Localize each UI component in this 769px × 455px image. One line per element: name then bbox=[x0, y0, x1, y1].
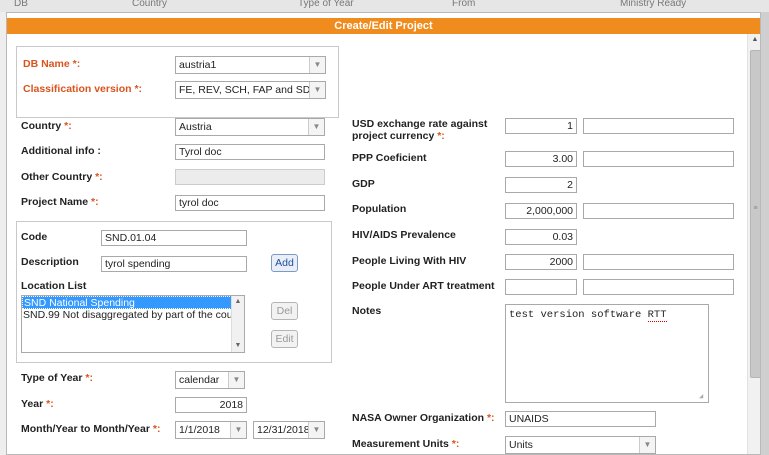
add-button[interactable]: Add bbox=[271, 254, 298, 272]
year-label: Year *: bbox=[21, 398, 54, 410]
bg-col-db: DB bbox=[14, 0, 28, 9]
country-select[interactable]: Austria ▼ bbox=[175, 118, 325, 136]
chevron-down-icon: ▼ bbox=[309, 57, 325, 73]
chevron-down-icon: ▼ bbox=[308, 422, 324, 438]
dialog-scrollbar[interactable]: ▲ ≡ bbox=[747, 34, 760, 454]
type-of-year-label: Type of Year *: bbox=[21, 372, 93, 384]
classification-version-label: Classification version *: bbox=[23, 83, 143, 95]
description-input[interactable]: tyrol spending bbox=[101, 256, 247, 272]
ppp-coeficient-input[interactable]: 3.00 bbox=[505, 151, 577, 167]
people-living-with-hiv-extra-input[interactable] bbox=[583, 254, 734, 270]
chevron-down-icon: ▼ bbox=[639, 437, 655, 453]
type-of-year-select[interactable]: calendar ▼ bbox=[175, 371, 245, 389]
nasa-owner-organization-input[interactable]: UNAIDS bbox=[505, 411, 656, 427]
bg-col-ministry: Ministry Ready bbox=[620, 0, 687, 9]
list-item[interactable]: SND.99 Not disaggregated by part of the … bbox=[22, 309, 244, 322]
people-living-with-hiv-input[interactable]: 2000 bbox=[505, 254, 577, 270]
background-page-header: DB Country Type of Year From Ministry Re… bbox=[0, 0, 769, 12]
additional-info-label: Additional info : bbox=[21, 145, 101, 157]
nasa-owner-organization-label: NASA Owner Organization *: bbox=[352, 412, 495, 424]
scroll-up-icon[interactable]: ▲ bbox=[232, 297, 244, 307]
additional-info-input[interactable]: Tyrol doc bbox=[175, 144, 325, 160]
population-input[interactable]: 2,000,000 bbox=[505, 203, 577, 219]
notes-textarea[interactable]: test version software RTT ◢ bbox=[505, 304, 709, 403]
gdp-input[interactable]: 2 bbox=[505, 177, 577, 193]
bg-col-type-of-year: Type of Year bbox=[298, 0, 354, 9]
measurement-units-select[interactable]: Units ▼ bbox=[505, 436, 656, 454]
project-name-input[interactable]: tyrol doc bbox=[175, 195, 325, 211]
usd-exchange-rate-input[interactable]: 1 bbox=[505, 118, 577, 134]
code-input[interactable]: SND.01.04 bbox=[101, 230, 247, 246]
year-input[interactable]: 2018 bbox=[175, 397, 247, 413]
gdp-label: GDP bbox=[352, 178, 375, 190]
create-edit-project-dialog: Create/Edit Project DB Name *: austria1 ▼… bbox=[6, 12, 761, 455]
bg-col-from: From bbox=[452, 0, 476, 9]
chevron-down-icon: ▼ bbox=[308, 119, 324, 135]
scrollbar-grip-icon: ≡ bbox=[753, 205, 758, 212]
resize-grip-icon[interactable]: ◢ bbox=[699, 393, 707, 401]
measurement-units-label: Measurement Units *: bbox=[352, 438, 460, 450]
people-under-art-input[interactable] bbox=[505, 279, 577, 295]
description-label: Description bbox=[21, 256, 79, 268]
scroll-down-icon[interactable]: ▼ bbox=[232, 341, 244, 351]
people-under-art-extra-input[interactable] bbox=[583, 279, 734, 295]
location-list[interactable]: SND National Spending SND.99 Not disaggr… bbox=[21, 295, 245, 353]
notes-label: Notes bbox=[352, 305, 382, 317]
location-list-scrollbar[interactable]: ▲ ▼ bbox=[231, 296, 244, 352]
people-living-with-hiv-label: People Living With HIV bbox=[352, 255, 467, 267]
from-month-year-select[interactable]: 1/1/2018 ▼ bbox=[175, 421, 247, 439]
code-label: Code bbox=[21, 231, 48, 243]
ppp-coeficient-extra-input[interactable] bbox=[583, 151, 734, 167]
scroll-up-icon[interactable]: ▲ bbox=[748, 36, 760, 46]
chevron-down-icon: ▼ bbox=[228, 372, 244, 388]
scrollbar-thumb[interactable]: ≡ bbox=[750, 50, 760, 378]
other-country-input[interactable] bbox=[175, 169, 325, 185]
month-year-range-label: Month/Year to Month/Year *: bbox=[21, 423, 161, 435]
hiv-aids-prevalence-input[interactable]: 0.03 bbox=[505, 229, 577, 245]
hiv-aids-prevalence-label: HIV/AIDS Prevalence bbox=[352, 229, 456, 241]
bg-col-country: Country bbox=[132, 0, 168, 9]
notes-spellcheck-word: RTT bbox=[647, 309, 667, 322]
to-month-year-select[interactable]: 12/31/2018 ▼ bbox=[253, 421, 325, 439]
people-under-art-label: People Under ART treatment bbox=[352, 280, 495, 292]
chevron-down-icon: ▼ bbox=[309, 82, 325, 98]
db-name-select[interactable]: austria1 ▼ bbox=[175, 56, 326, 74]
usd-exchange-rate-extra-input[interactable] bbox=[583, 118, 734, 134]
population-extra-input[interactable] bbox=[583, 203, 734, 219]
chevron-down-icon: ▼ bbox=[230, 422, 246, 438]
dialog-title: Create/Edit Project bbox=[7, 18, 760, 34]
other-country-label: Other Country *: bbox=[21, 171, 103, 183]
location-list-label: Location List bbox=[21, 280, 87, 292]
ppp-coeficient-label: PPP Coeficient bbox=[352, 152, 427, 164]
classification-version-select[interactable]: FE, REV, SCH, FAP and SDM ▼ bbox=[175, 81, 326, 99]
del-button[interactable]: Del bbox=[271, 302, 298, 320]
country-label: Country *: bbox=[21, 120, 72, 132]
notes-text: test version software bbox=[509, 309, 648, 321]
edit-button[interactable]: Edit bbox=[271, 330, 298, 348]
db-name-label: DB Name *: bbox=[23, 58, 81, 70]
usd-exchange-rate-label: USD exchange rate against project currenc… bbox=[352, 118, 488, 142]
dialog-content: DB Name *: austria1 ▼ Classification vers… bbox=[7, 34, 744, 454]
project-name-label: Project Name *: bbox=[21, 196, 99, 208]
list-item[interactable]: SND National Spending bbox=[22, 296, 244, 309]
population-label: Population bbox=[352, 203, 407, 215]
